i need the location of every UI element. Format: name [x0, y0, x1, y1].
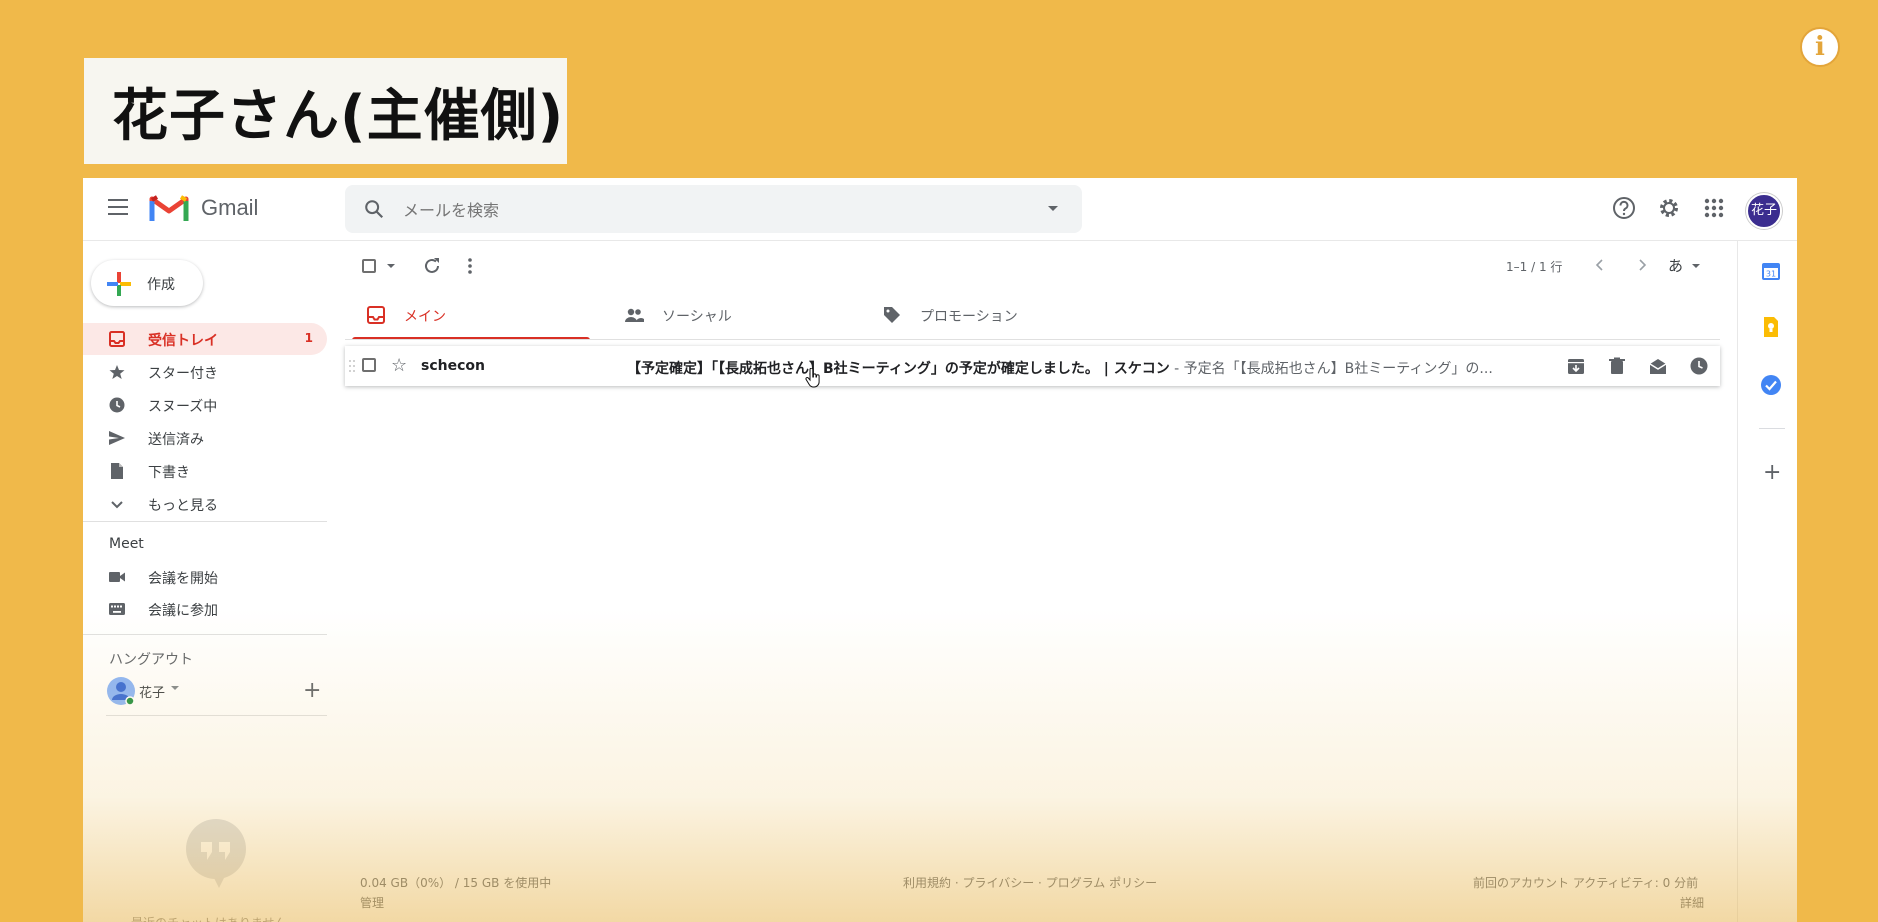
pagination-text: 1–1 / 1 行: [1506, 260, 1563, 274]
gmail-logo-icon[interactable]: [149, 193, 189, 223]
svg-text:31: 31: [1766, 270, 1776, 279]
refresh-icon[interactable]: [422, 256, 442, 276]
more-options-icon[interactable]: [467, 256, 473, 276]
email-sender: schecon: [421, 358, 485, 374]
star-icon: [109, 365, 125, 379]
sidebar-item-more[interactable]: もっと見る: [83, 488, 327, 520]
sidebar-item-label: 下書き: [148, 465, 190, 481]
last-activity: 前回のアカウント アクティビティ: 0 分前: [1473, 876, 1699, 890]
tab-primary[interactable]: メイン: [352, 290, 590, 340]
rail-divider: [1759, 428, 1785, 429]
new-conversation-plus-icon[interactable]: +: [303, 678, 321, 703]
draft-icon: [111, 463, 123, 479]
sidebar-divider: [83, 521, 327, 522]
menu-icon[interactable]: [108, 199, 128, 215]
meet-join-meeting[interactable]: 会議に参加: [83, 593, 327, 625]
chevron-left-icon[interactable]: [1593, 258, 1607, 272]
video-title: 花子さん(主催側): [112, 83, 565, 149]
compose-label: 作成: [147, 277, 175, 293]
send-icon: [109, 431, 125, 445]
search-icon[interactable]: [363, 198, 385, 220]
hand-cursor-icon: [805, 368, 820, 388]
gmail-window: Gmail 花子: [83, 178, 1797, 922]
compose-plus-icon: [107, 272, 131, 296]
drag-handle-icon[interactable]: [348, 358, 356, 374]
settings-gear-icon[interactable]: [1656, 195, 1682, 221]
meet-join-label: 会議に参加: [148, 603, 218, 619]
clock-icon: [109, 397, 125, 413]
gmail-header: Gmail 花子: [83, 178, 1797, 241]
keep-icon[interactable]: [1760, 316, 1782, 338]
inbox-icon: [367, 306, 385, 324]
input-tools-button[interactable]: あ: [1668, 255, 1683, 276]
tab-label: ソーシャル: [662, 309, 732, 325]
hangouts-user-name[interactable]: 花子: [139, 682, 165, 701]
email-checkbox[interactable]: [362, 358, 376, 372]
inbox-icon: [109, 331, 125, 347]
select-options-icon[interactable]: [387, 264, 395, 268]
star-outline-icon[interactable]: ☆: [391, 355, 407, 376]
sidebar-item-label: もっと見る: [148, 498, 218, 514]
sidebar-item-label: スター付き: [148, 366, 218, 382]
search-bar[interactable]: [345, 185, 1082, 233]
search-input[interactable]: [401, 195, 1005, 225]
no-recent-chats-text: 最近のチャットはありません: [131, 914, 287, 922]
sidebar-divider: [106, 715, 327, 716]
hangouts-user-avatar[interactable]: [106, 676, 136, 706]
meet-start-meeting[interactable]: 会議を開始: [83, 561, 327, 593]
gmail-logo-text: Gmail: [201, 195, 259, 220]
activity-details-link[interactable]: 詳細: [1680, 894, 1704, 911]
account-avatar[interactable]: 花子: [1746, 193, 1782, 229]
chevron-down-icon: [111, 501, 123, 509]
tab-promotions[interactable]: プロモーション: [868, 290, 1106, 338]
select-all-checkbox[interactable]: [362, 256, 376, 277]
get-addons-plus-icon[interactable]: +: [1763, 460, 1781, 485]
info-icon[interactable]: i: [1800, 27, 1840, 67]
archive-icon[interactable]: [1567, 357, 1585, 375]
right-rail-divider: [1737, 240, 1738, 922]
manage-storage-link[interactable]: 管理: [360, 894, 384, 911]
email-row[interactable]: ☆ schecon 【予定確定】「【長成拓也さん】B社ミーティング」の予定が確定…: [345, 346, 1720, 386]
compose-button[interactable]: 作成: [91, 260, 203, 306]
search-options-icon[interactable]: [1048, 206, 1058, 211]
sidebar-item-label: 送信済み: [148, 432, 204, 448]
mark-as-read-icon[interactable]: [1649, 357, 1667, 375]
sidebar-item-drafts[interactable]: 下書き: [83, 455, 327, 487]
meet-heading: Meet: [109, 536, 144, 552]
status-dropdown-icon[interactable]: [171, 686, 179, 690]
video-title-card: 花子さん(主催側): [84, 58, 567, 164]
email-snippet: - 予定名「【長成拓也さん】B社ミーティング」の...: [1169, 361, 1493, 377]
tasks-icon[interactable]: [1760, 374, 1782, 396]
tab-social[interactable]: ソーシャル: [610, 290, 848, 338]
sidebar-item-label: 受信トレイ: [148, 333, 218, 349]
input-tools-dropdown-icon[interactable]: [1692, 264, 1700, 268]
chevron-right-icon[interactable]: [1635, 258, 1649, 272]
storage-usage: 0.04 GB（0%） / 15 GB を使用中: [360, 876, 552, 890]
email-subject-line: 【予定確定】「【長成拓也さん】B社ミーティング」の予定が確定しました。 | スケ…: [627, 358, 1562, 378]
tabs-divider: [345, 339, 1720, 340]
keyboard-icon: [109, 603, 125, 615]
snooze-clock-icon[interactable]: [1690, 357, 1708, 375]
email-subject: 【予定確定】「【長成拓也さん】B社ミーティング」の予定が確定しました。 | スケ…: [627, 361, 1170, 377]
unread-count: 1: [304, 331, 313, 345]
calendar-icon[interactable]: 31: [1760, 260, 1782, 282]
sidebar-item-starred[interactable]: スター付き: [83, 356, 327, 388]
apps-grid-icon[interactable]: [1701, 195, 1727, 221]
sidebar-divider: [83, 634, 327, 635]
footer-policy-links[interactable]: 利用規約 · プライバシー · プログラム ポリシー: [903, 874, 1157, 891]
chat-bubble-icon: [186, 819, 246, 888]
tab-label: メイン: [404, 309, 446, 325]
delete-trash-icon[interactable]: [1608, 357, 1626, 375]
video-camera-icon: [109, 572, 125, 582]
sidebar-item-inbox[interactable]: 受信トレイ 1: [83, 323, 327, 355]
tab-label: プロモーション: [920, 309, 1018, 325]
sidebar-item-label: スヌーズ中: [148, 399, 218, 415]
help-icon[interactable]: [1611, 195, 1637, 221]
sidebar-item-sent[interactable]: 送信済み: [83, 422, 327, 454]
sidebar-item-snoozed[interactable]: スヌーズ中: [83, 389, 327, 421]
hangouts-heading: ハングアウト: [109, 652, 193, 668]
people-icon: [625, 308, 644, 322]
tag-icon: [884, 307, 900, 323]
meet-start-label: 会議を開始: [148, 571, 218, 587]
